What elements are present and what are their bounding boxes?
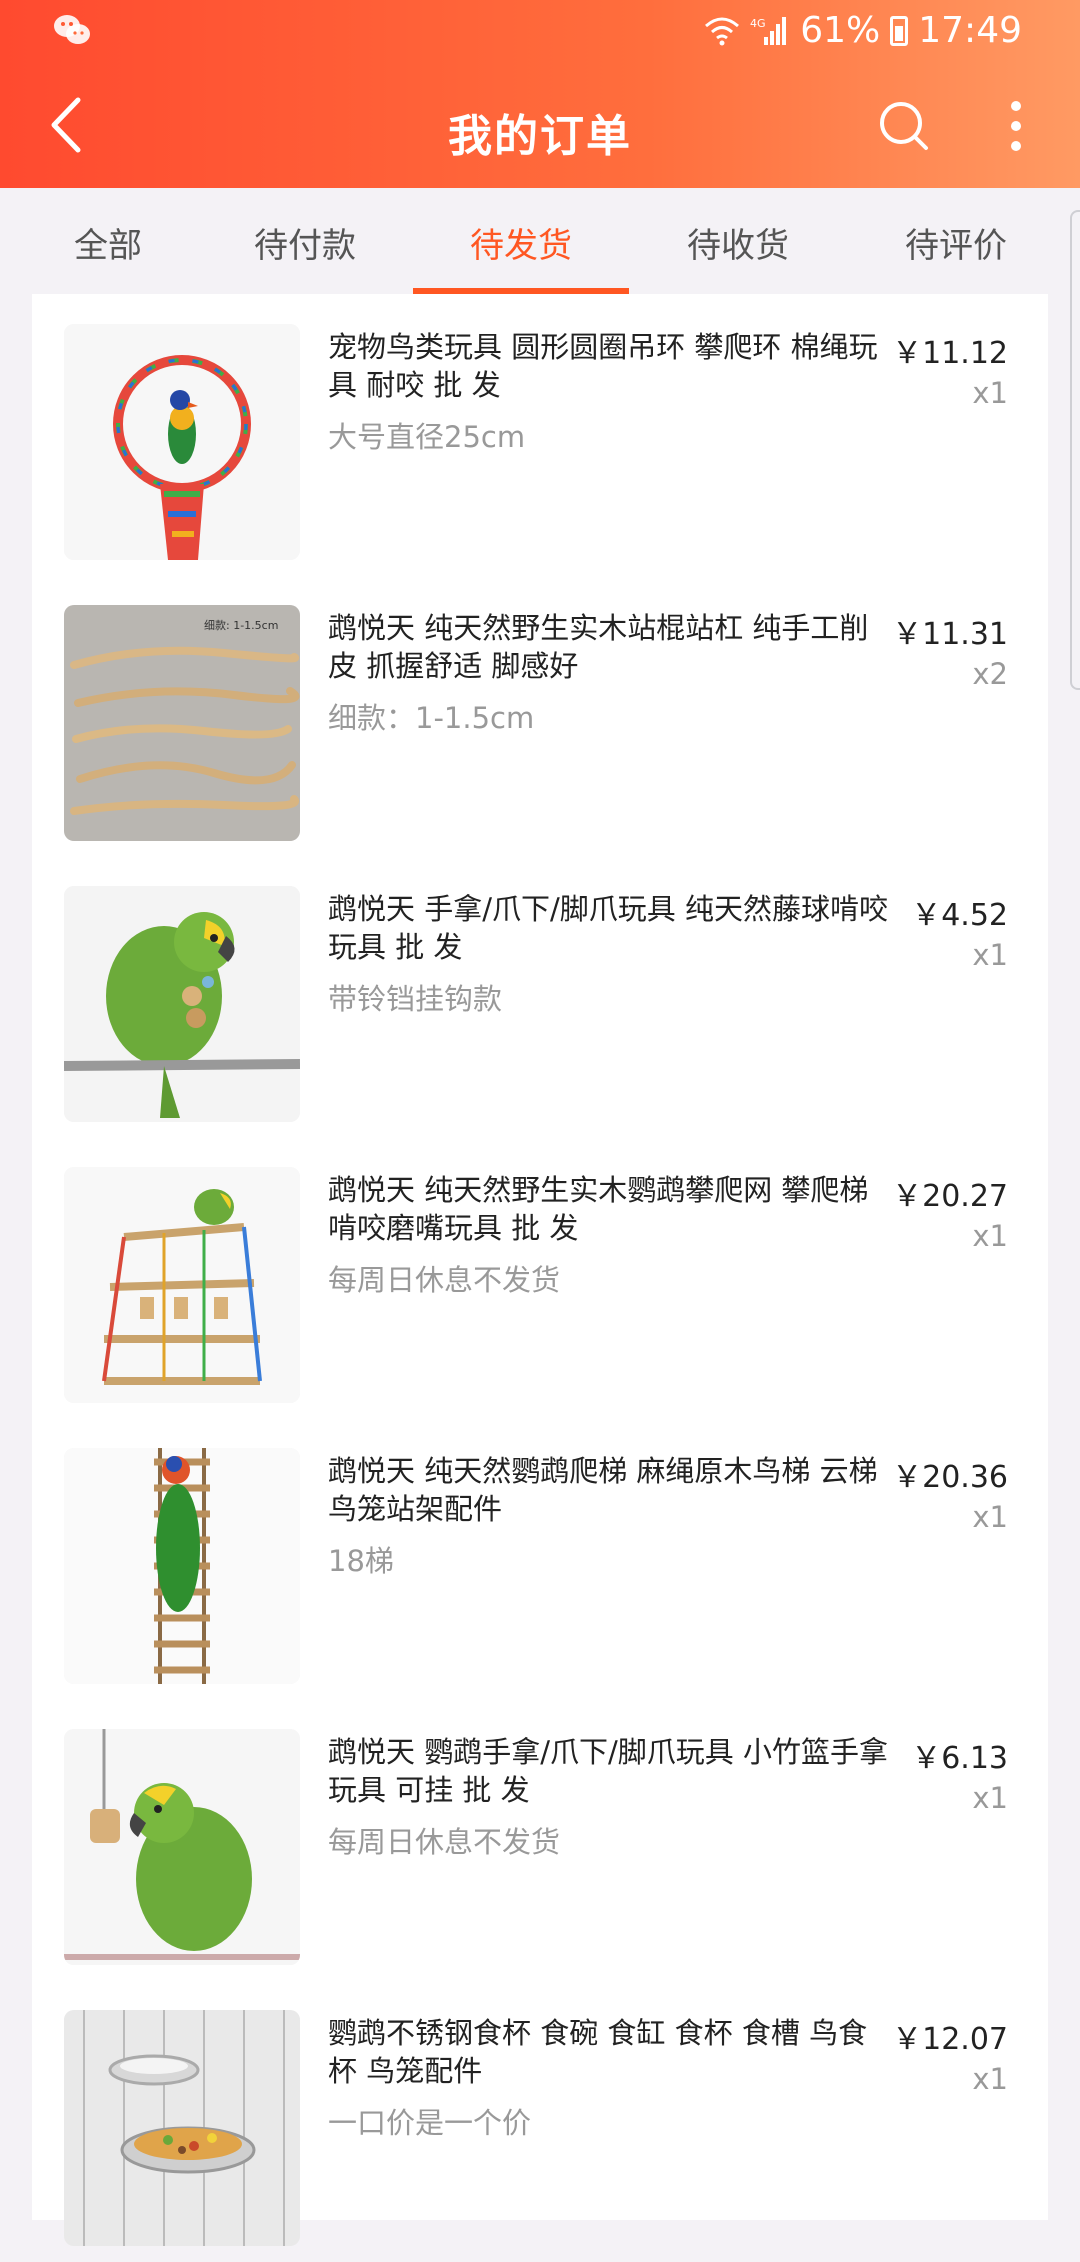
product-spec: 大号直径25cm — [328, 420, 526, 454]
product-name[interactable]: 鹉悦天 纯天然野生实木站棍站杠 纯手工削皮 抓握舒适 脚感好 — [328, 609, 888, 685]
order-item[interactable]: 宠物鸟类玩具 圆形圆圈吊环 攀爬环 棉绳玩具 耐咬 批 发 大号直径25cm ￥… — [32, 294, 1048, 576]
more-vertical-icon[interactable] — [996, 100, 1036, 152]
product-thumbnail[interactable] — [64, 2010, 300, 2246]
product-spec: 18梯 — [328, 1544, 394, 1578]
product-spec: 一口价是一个价 — [328, 2106, 532, 2140]
product-thumbnail[interactable] — [64, 1729, 300, 1965]
product-spec: 带铃铛挂钩款 — [328, 982, 503, 1016]
wifi-icon — [705, 17, 740, 45]
battery-icon — [890, 15, 909, 46]
order-item[interactable]: 鹉悦天 手拿/爪下/脚爪玩具 纯天然藤球啃咬玩具 批 发 带铃铛挂钩款 ￥4.5… — [32, 856, 1048, 1138]
product-name[interactable]: 鹉悦天 手拿/爪下/脚爪玩具 纯天然藤球啃咬玩具 批 发 — [328, 890, 888, 966]
clock: 17:49 — [918, 10, 1022, 51]
product-price: ￥6.13 — [911, 1741, 1008, 1776]
order-item[interactable]: 细款: 1-1.5cm 鹉悦天 纯天然野生实木站棍站杠 纯手工削皮 抓握舒适 脚… — [32, 575, 1048, 857]
product-name[interactable]: 鹉悦天 鹦鹉手拿/爪下/脚爪玩具 小竹篮手拿玩具 可挂 批 发 — [328, 1733, 888, 1809]
tab-pending-review[interactable]: 待评价 — [848, 188, 1064, 296]
tab-pending-receipt[interactable]: 待收货 — [630, 188, 846, 296]
nav-row: 我的订单 — [0, 64, 1080, 188]
product-spec: 每周日休息不发货 — [328, 1263, 561, 1297]
product-quantity: x1 — [972, 1781, 1008, 1815]
product-price: ￥20.27 — [892, 1179, 1008, 1214]
product-thumbnail[interactable] — [64, 324, 300, 560]
product-price: ￥4.52 — [911, 898, 1008, 933]
order-status-tabs: 全部 待付款 待发货 待收货 待评价 — [0, 188, 1080, 296]
product-quantity: x1 — [972, 1500, 1008, 1534]
product-thumbnail[interactable] — [64, 1167, 300, 1403]
order-item[interactable]: 鹉悦天 纯天然鹦鹉爬梯 麻绳原木鸟梯 云梯 鸟笼站架配件 18梯 ￥20.36 … — [32, 1418, 1048, 1700]
product-price: ￥11.31 — [892, 617, 1008, 652]
battery-percent: 61% — [800, 10, 881, 51]
product-thumbnail[interactable] — [64, 1448, 300, 1684]
product-price: ￥20.36 — [892, 1460, 1008, 1495]
order-item[interactable]: 鹉悦天 鹦鹉手拿/爪下/脚爪玩具 小竹篮手拿玩具 可挂 批 发 每周日休息不发货… — [32, 1699, 1048, 1981]
product-quantity: x2 — [972, 657, 1008, 691]
edge-panel-handle[interactable] — [1070, 210, 1080, 690]
tab-pending-payment[interactable]: 待付款 — [197, 188, 413, 296]
product-quantity: x1 — [972, 376, 1008, 410]
product-image-label: 细款: 1-1.5cm — [204, 618, 278, 632]
product-spec: 细款：1-1.5cm — [328, 701, 535, 735]
product-quantity: x1 — [972, 938, 1008, 972]
product-thumbnail[interactable]: 细款: 1-1.5cm — [64, 605, 300, 841]
header-bar: 4G 61% 17:49 我的订单 — [0, 0, 1080, 188]
product-quantity: x1 — [972, 1219, 1008, 1253]
wechat-icon — [54, 15, 90, 44]
network-label: 4G — [750, 17, 766, 30]
product-spec: 每周日休息不发货 — [328, 1825, 561, 1859]
status-bar: 4G 61% 17:49 — [0, 0, 1080, 64]
product-name[interactable]: 鹦鹉不锈钢食杯 食碗 食缸 食杯 食槽 鸟食杯 鸟笼配件 — [328, 2014, 888, 2090]
product-name[interactable]: 鹉悦天 纯天然野生实木鹦鹉攀爬网 攀爬梯 啃咬磨嘴玩具 批 发 — [328, 1171, 888, 1247]
signal-icon: 4G — [750, 16, 787, 45]
product-price: ￥11.12 — [892, 336, 1008, 371]
product-quantity: x1 — [972, 2062, 1008, 2096]
tab-pending-shipment[interactable]: 待发货 — [413, 188, 629, 296]
product-name[interactable]: 宠物鸟类玩具 圆形圆圈吊环 攀爬环 棉绳玩具 耐咬 批 发 — [328, 328, 888, 404]
product-price: ￥12.07 — [892, 2022, 1008, 2057]
order-list: 宠物鸟类玩具 圆形圆圈吊环 攀爬环 棉绳玩具 耐咬 批 发 大号直径25cm ￥… — [32, 294, 1048, 2246]
order-item[interactable]: 鹉悦天 纯天然野生实木鹦鹉攀爬网 攀爬梯 啃咬磨嘴玩具 批 发 每周日休息不发货… — [32, 1137, 1048, 1419]
product-thumbnail[interactable] — [64, 886, 300, 1122]
product-name[interactable]: 鹉悦天 纯天然鹦鹉爬梯 麻绳原木鸟梯 云梯 鸟笼站架配件 — [328, 1452, 888, 1528]
tab-all[interactable]: 全部 — [0, 188, 216, 296]
search-icon[interactable] — [876, 98, 932, 154]
